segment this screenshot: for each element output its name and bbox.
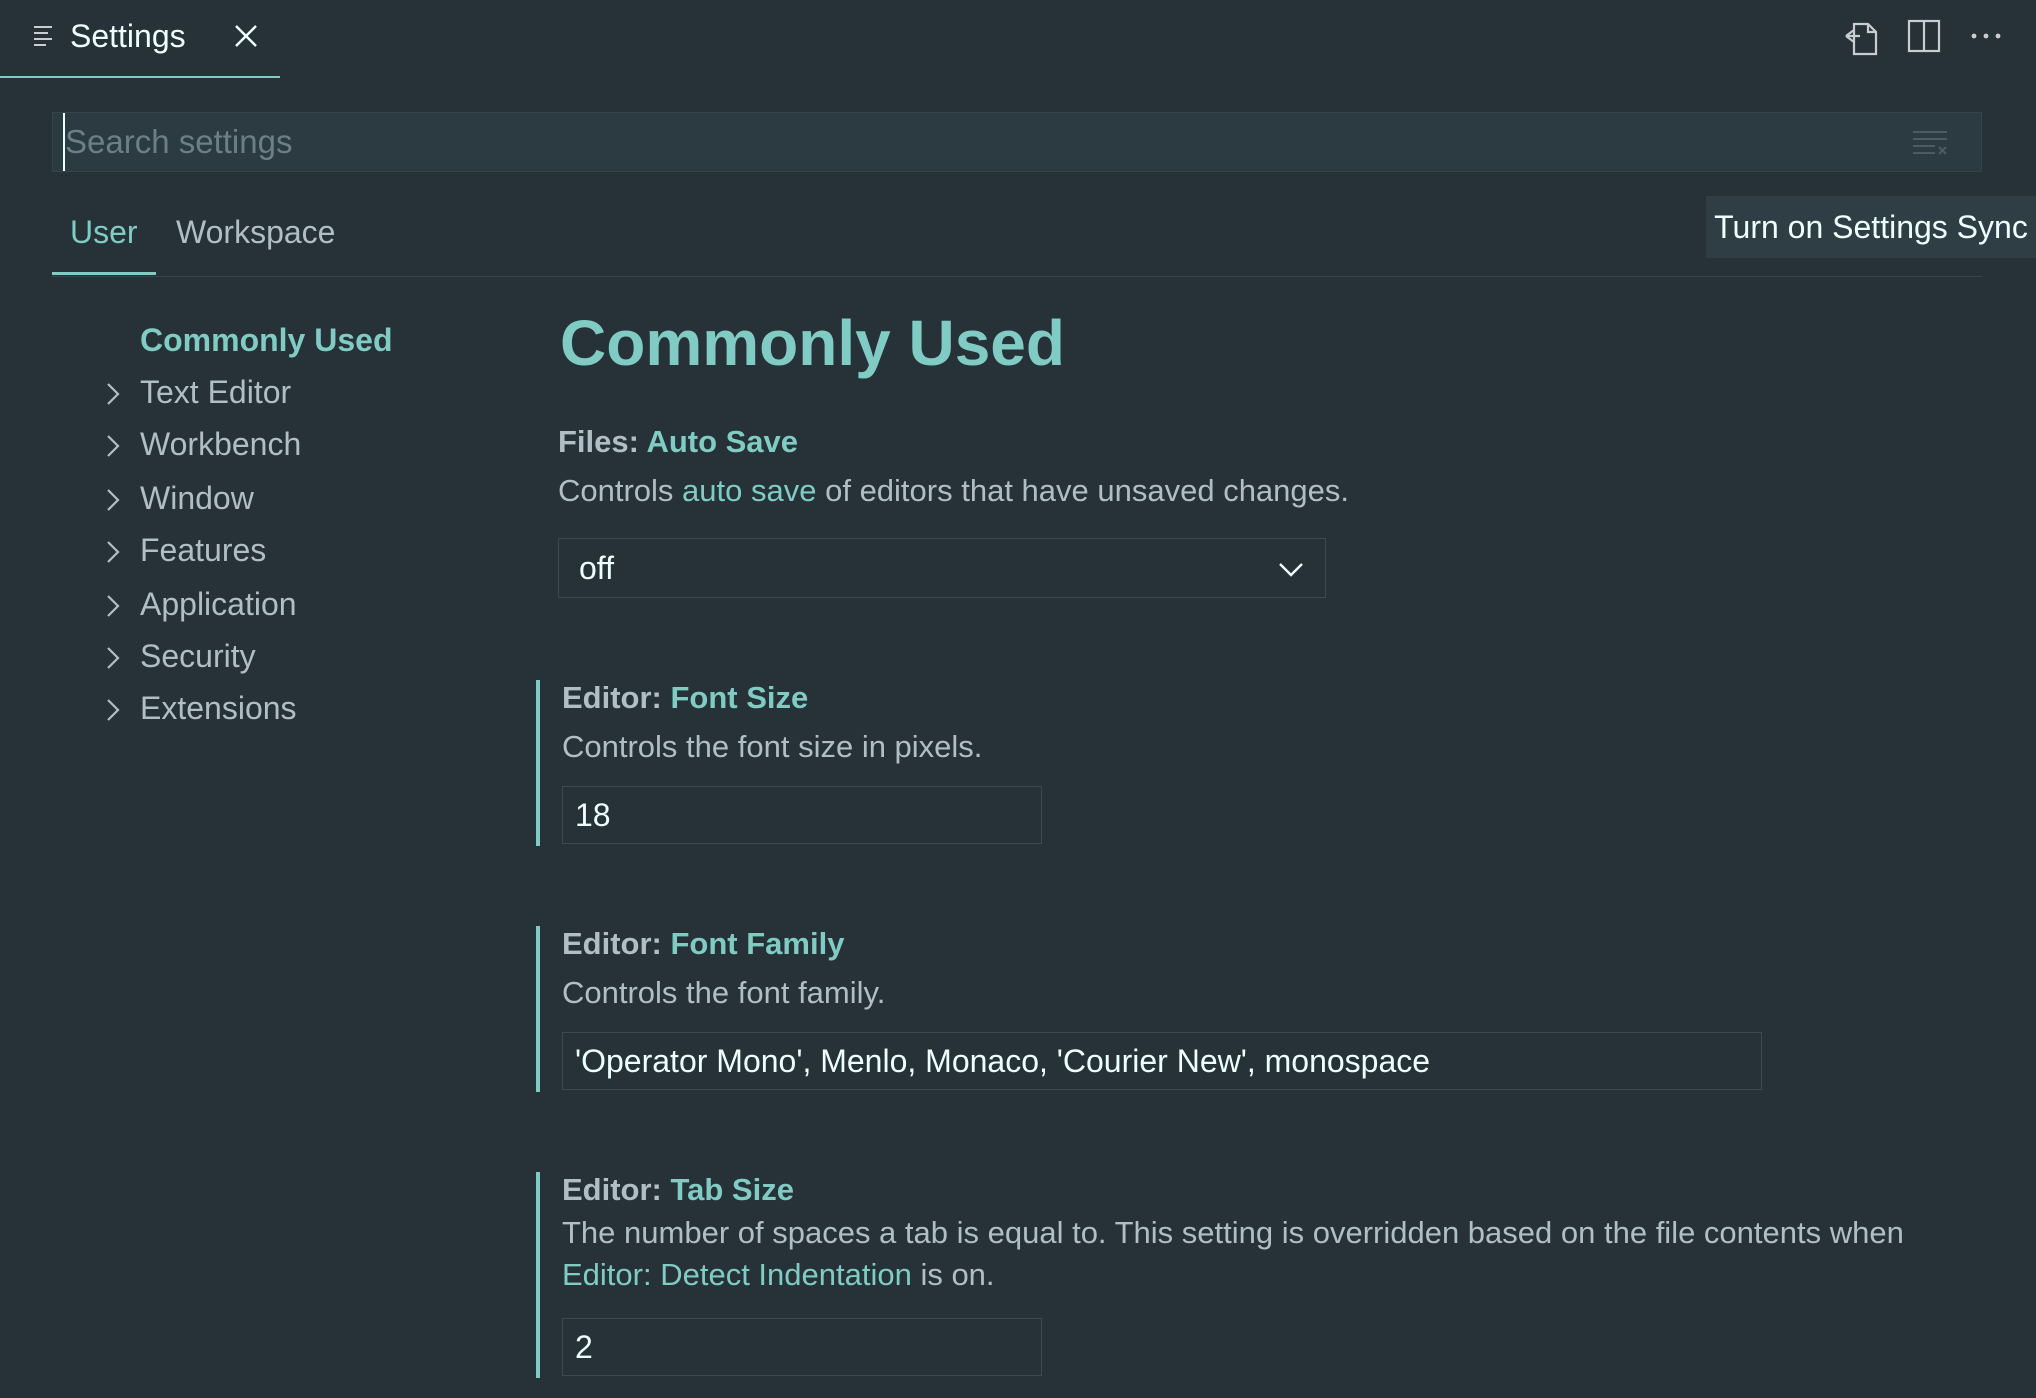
tab-user[interactable]: User bbox=[70, 214, 138, 251]
toc-item-extensions[interactable]: Extensions bbox=[100, 686, 520, 734]
setting-title: Editor: Tab Size bbox=[562, 1172, 794, 1208]
setting-name: Auto Save bbox=[646, 424, 799, 459]
font-family-input[interactable] bbox=[562, 1032, 1762, 1090]
setting-description: The number of spaces a tab is equal to. … bbox=[562, 1212, 1904, 1296]
chevron-right-icon bbox=[107, 383, 120, 405]
setting-title: Editor: Font Family bbox=[562, 926, 844, 962]
setting-category: Editor: bbox=[562, 926, 671, 961]
more-actions-icon[interactable] bbox=[1968, 18, 2004, 54]
setting-title: Editor: Font Size bbox=[562, 680, 808, 716]
setting-name: Font Size bbox=[670, 680, 809, 715]
section-title: Commonly Used bbox=[560, 307, 1065, 379]
chevron-right-icon bbox=[107, 435, 120, 457]
toc-item-commonly-used[interactable]: Commonly Used bbox=[100, 318, 520, 366]
toc-item-application[interactable]: Application bbox=[100, 582, 520, 630]
setting-description: Controls the font family. bbox=[562, 975, 886, 1010]
setting-editor-tab-size: Editor: Tab Size The number of spaces a … bbox=[536, 1172, 2000, 1378]
toc-item-label: Workbench bbox=[140, 426, 302, 462]
split-editor-icon[interactable] bbox=[1906, 18, 1942, 54]
setting-name: Tab Size bbox=[670, 1172, 794, 1207]
active-tab-underline bbox=[52, 272, 156, 275]
tab-title: Settings bbox=[70, 18, 186, 54]
toc-item-label: Security bbox=[140, 638, 256, 674]
chevron-right-icon bbox=[107, 541, 120, 563]
chevron-right-icon bbox=[107, 647, 120, 669]
setting-name: Font Family bbox=[670, 926, 845, 961]
setting-files-auto-save: Files: Auto Save Controls auto save of e… bbox=[536, 424, 1996, 614]
setting-title: Files: Auto Save bbox=[558, 424, 798, 460]
close-icon[interactable] bbox=[232, 22, 260, 50]
chevron-down-icon bbox=[1279, 563, 1303, 577]
setting-category: Files: bbox=[558, 424, 647, 459]
setting-category: Editor: bbox=[562, 680, 671, 715]
setting-editor-font-family: Editor: Font Family Controls the font fa… bbox=[536, 926, 2000, 1092]
desc-text: Controls bbox=[558, 473, 683, 508]
toc-item-text-editor[interactable]: Text Editor bbox=[100, 370, 520, 418]
toc-item-window[interactable]: Window bbox=[100, 476, 520, 524]
desc-text: The number of spaces a tab is equal to. … bbox=[562, 1215, 1904, 1250]
settings-list-icon bbox=[34, 26, 52, 46]
turn-on-settings-sync-button[interactable]: Turn on Settings Sync bbox=[1706, 196, 2036, 258]
tab-size-input[interactable] bbox=[562, 1318, 1042, 1376]
auto-save-dropdown[interactable]: off bbox=[558, 538, 1326, 598]
desc-text: of editors that have unsaved changes. bbox=[816, 473, 1350, 508]
open-settings-json-icon[interactable] bbox=[1842, 18, 1882, 58]
search-input[interactable] bbox=[63, 113, 1915, 171]
settings-editor-tab[interactable]: Settings bbox=[0, 0, 280, 78]
toc-item-label: Application bbox=[140, 586, 297, 622]
settings-scope-tabs: User Workspace Turn on Settings Sync bbox=[52, 196, 2036, 277]
chevron-right-icon bbox=[107, 489, 120, 511]
font-size-input[interactable] bbox=[562, 786, 1042, 844]
editor-tab-bar: Settings bbox=[0, 0, 2036, 78]
chevron-right-icon bbox=[107, 595, 120, 617]
toc-item-label: Extensions bbox=[140, 690, 297, 726]
dropdown-value: off bbox=[579, 550, 614, 586]
tab-workspace[interactable]: Workspace bbox=[176, 214, 335, 251]
search-box bbox=[52, 112, 1982, 172]
toc-item-label: Commonly Used bbox=[140, 322, 393, 358]
toc-item-label: Text Editor bbox=[140, 374, 292, 410]
auto-save-link[interactable]: auto save bbox=[682, 473, 816, 508]
chevron-right-icon bbox=[107, 699, 120, 721]
detect-indentation-link[interactable]: Editor: Detect Indentation bbox=[562, 1257, 912, 1292]
desc-text: is on. bbox=[911, 1257, 995, 1292]
toc-item-label: Features bbox=[140, 532, 267, 568]
clear-filter-icon[interactable] bbox=[1913, 129, 1949, 157]
toc-item-label: Window bbox=[140, 480, 254, 516]
setting-editor-font-size: Editor: Font Size Controls the font size… bbox=[536, 680, 2000, 846]
toc-item-workbench[interactable]: Workbench bbox=[100, 422, 520, 470]
toc-item-features[interactable]: Features bbox=[100, 528, 520, 576]
setting-category: Editor: bbox=[562, 1172, 671, 1207]
toc-item-security[interactable]: Security bbox=[100, 634, 520, 682]
setting-description: Controls auto save of editors that have … bbox=[558, 470, 1349, 512]
setting-description: Controls the font size in pixels. bbox=[562, 729, 983, 764]
